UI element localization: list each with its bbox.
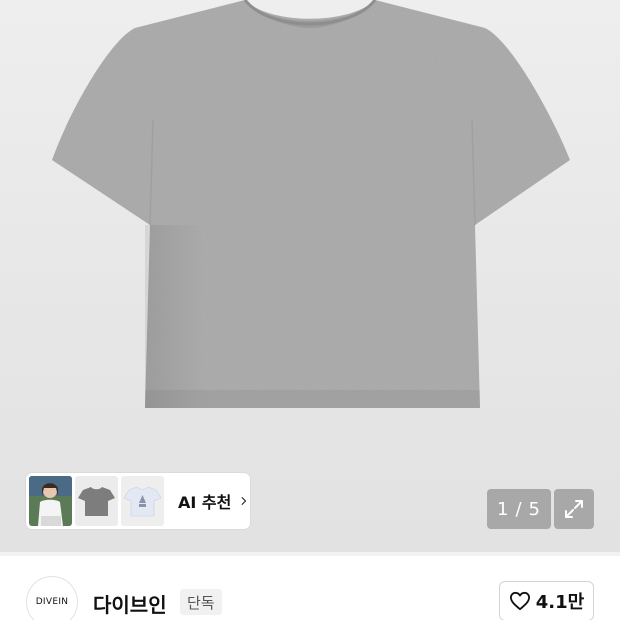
image-counter: 1 / 5 xyxy=(487,489,551,529)
like-button[interactable]: 4.1만 xyxy=(499,581,594,620)
brand-logo[interactable]: DIVEIN xyxy=(26,576,78,620)
product-image-gallery[interactable]: AI 추천 1 / 5 xyxy=(0,0,620,552)
brand-name-link[interactable]: 다이브인 xyxy=(93,589,167,618)
ai-thumbnail-model[interactable] xyxy=(29,476,72,526)
brand-logo-text: DIVEIN xyxy=(35,597,69,607)
brand-bar: DIVEIN 다이브인 단독 4.1만 xyxy=(0,556,620,620)
ai-recommend-strip[interactable]: AI 추천 xyxy=(26,473,250,529)
product-image[interactable] xyxy=(40,0,580,420)
heart-icon xyxy=(509,591,530,611)
like-count: 4.1만 xyxy=(535,592,585,613)
expand-icon xyxy=(565,500,583,518)
white-tshirt-icon xyxy=(121,476,164,526)
exclusive-badge: 단독 xyxy=(180,589,222,615)
image-counter-total: 5 xyxy=(528,498,541,520)
ai-thumbnail-white-tshirt[interactable] xyxy=(121,476,164,526)
image-counter-separator: / xyxy=(515,498,523,520)
image-counter-current: 1 xyxy=(497,498,510,520)
expand-button[interactable] xyxy=(554,489,594,529)
model-photo-icon xyxy=(29,476,72,526)
chevron-right-icon xyxy=(241,497,247,505)
ai-recommend-label: AI 추천 xyxy=(178,493,232,512)
grey-tshirt-icon xyxy=(75,476,118,526)
ai-thumbnail-grey-tshirt[interactable] xyxy=(75,476,118,526)
